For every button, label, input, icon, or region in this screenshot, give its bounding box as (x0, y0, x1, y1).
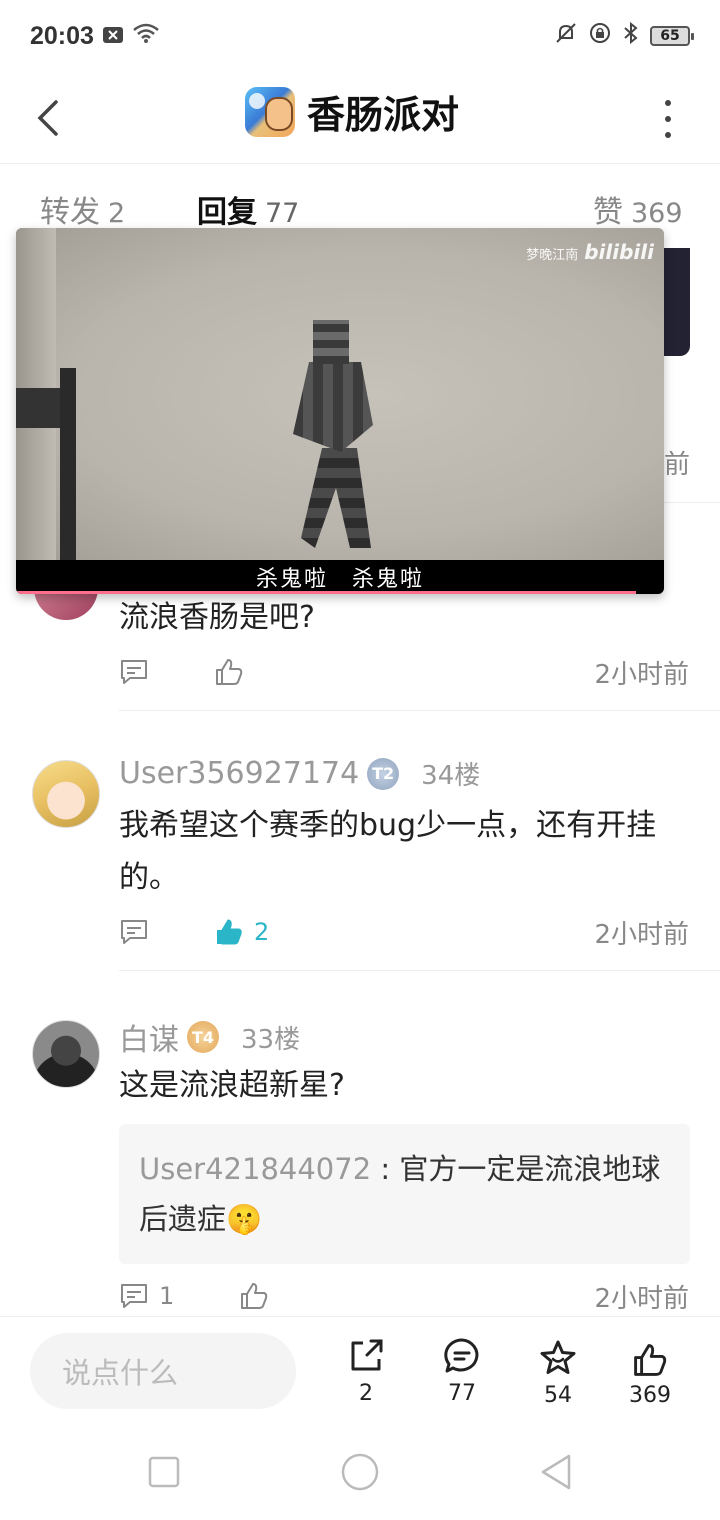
comment-icon (121, 660, 147, 684)
bilibili-logo: bilibili (584, 240, 654, 264)
star-icon (540, 1340, 576, 1374)
reply-username[interactable]: User421844072 (139, 1152, 371, 1186)
comment-time: 前 (664, 450, 691, 480)
tab-label: 转发 (40, 195, 100, 230)
tab-forward[interactable]: 转发 2 (40, 187, 125, 231)
reply-button[interactable] (119, 658, 214, 686)
more-options-button[interactable] (656, 96, 680, 142)
comment-bubble-icon (444, 1338, 479, 1373)
back-nav-button[interactable] (536, 1452, 576, 1492)
favorite-button[interactable]: 54 (528, 1339, 588, 1408)
chevron-left-icon (37, 100, 58, 136)
comment-text: 这是流浪超新星? (119, 1068, 345, 1103)
more-dot-icon (665, 100, 671, 106)
comments-button[interactable]: 77 (432, 1337, 492, 1406)
tab-likes[interactable]: 赞 369 (593, 187, 683, 231)
level-badge: T4 (187, 1021, 219, 1053)
system-navigation-bar (0, 1420, 720, 1520)
floor-number: 34楼 (421, 761, 481, 791)
reply-button[interactable] (119, 918, 214, 946)
share-count: 2 (359, 1381, 373, 1406)
divider (664, 502, 720, 503)
status-bar: 20:03 65 (0, 0, 720, 72)
tab-count: 2 (108, 198, 126, 229)
thumbs-up-icon (216, 659, 243, 685)
tab-label: 赞 (593, 195, 623, 230)
square-icon (148, 1456, 180, 1488)
username[interactable]: 白谋 (119, 1015, 179, 1059)
comment-time: 2小时前 (594, 659, 689, 690)
tab-label: 回复 (197, 195, 257, 230)
avatar[interactable] (32, 1020, 100, 1088)
tab-count: 369 (631, 198, 683, 229)
wifi-icon (132, 22, 160, 50)
like-button[interactable] (239, 1282, 269, 1310)
share-button[interactable]: 2 (336, 1337, 396, 1406)
triangle-back-icon (541, 1454, 571, 1490)
like-button[interactable] (214, 658, 244, 686)
comment-text: 流浪香肠是吧? (119, 600, 315, 635)
thumbs-up-icon (634, 1344, 667, 1376)
tab-count: 77 (265, 198, 300, 229)
like-button[interactable]: 2 (214, 918, 269, 946)
like-post-button[interactable]: 369 (620, 1343, 680, 1408)
comment-count: 77 (448, 1381, 476, 1406)
reply-count: 1 (159, 1282, 175, 1310)
favorite-count: 54 (544, 1383, 572, 1408)
recents-button[interactable] (144, 1452, 184, 1492)
video-watermark: 梦晚江南 bilibili (526, 240, 654, 264)
share-icon (351, 1339, 383, 1371)
username[interactable]: User356927174 (119, 756, 359, 791)
comment-icon (121, 920, 147, 944)
circle-title[interactable]: 香肠派对 (245, 84, 459, 139)
comment-time: 2小时前 (594, 1283, 689, 1314)
circle-icon (341, 1453, 379, 1491)
battery-indicator: 65 (650, 26, 694, 46)
lock-rotation-icon (588, 21, 612, 51)
app-logo (245, 86, 295, 137)
bluetooth-icon (622, 21, 640, 51)
pixelated-figure (271, 320, 391, 550)
bottom-action-bar: 说点什么 2 77 54 369 (0, 1316, 720, 1420)
divider (119, 970, 720, 971)
reply-button[interactable]: 1 (119, 1282, 239, 1310)
like-count: 369 (629, 1383, 671, 1408)
divider (119, 710, 720, 711)
notification-icon (102, 22, 124, 50)
back-button[interactable] (28, 92, 68, 144)
thumbs-up-icon (217, 919, 242, 945)
comment-text: 我希望这个赛季的bug少一点，还有开挂的。 (119, 808, 657, 895)
level-badge: T2 (367, 757, 400, 790)
top-app-bar: 香肠派对 (0, 72, 720, 164)
status-time: 20:03 (30, 21, 94, 50)
comment-icon (121, 1284, 147, 1308)
floor-number: 33楼 (241, 1024, 301, 1055)
mute-bell-icon (554, 21, 578, 51)
tab-replies[interactable]: 回复 77 (197, 187, 299, 231)
like-count: 2 (254, 918, 270, 946)
sub-reply[interactable]: User421844072 : 官方一定是流浪地球后遗症🤫 (119, 1124, 690, 1264)
comment-time: 2小时前 (594, 919, 689, 950)
video-frame: 梦晚江南 bilibili (16, 228, 664, 560)
comment-input[interactable]: 说点什么 (30, 1333, 296, 1409)
page-title: 香肠派对 (307, 93, 460, 137)
video-subtitle: 杀鬼啦 杀鬼啦 (16, 560, 664, 594)
thumbs-up-icon (241, 1283, 268, 1309)
floating-video-player[interactable]: 梦晚江南 bilibili 杀鬼啦 杀鬼啦 (16, 228, 664, 594)
avatar[interactable] (32, 760, 100, 828)
home-button[interactable] (340, 1452, 380, 1492)
